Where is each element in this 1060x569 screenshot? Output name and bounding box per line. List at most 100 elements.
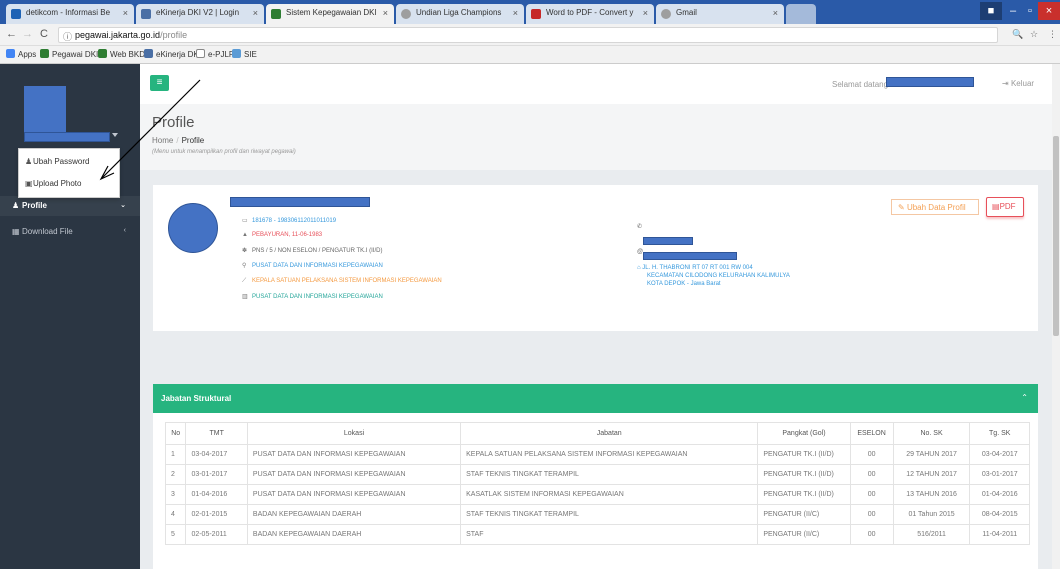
welcome-user-redacted [886, 77, 974, 87]
cell-lokasi: PUSAT DATA DAN INFORMASI KEPEGAWAIAN [246, 484, 462, 505]
col-tmt: TMT [185, 422, 248, 445]
bookmark-sie[interactable]: SIE [232, 49, 257, 59]
app-header: ≡ Selamat datang ⇥ Keluar [140, 64, 1052, 104]
cell-no: 2 [164, 464, 187, 485]
cell-lokasi: BADAN KEPEGAWAIAN DAERAH [246, 504, 462, 525]
page-scrollbar[interactable] [1052, 64, 1060, 569]
menu-dots-icon[interactable]: ⋮ [1048, 29, 1057, 40]
info-icon[interactable]: ⓘ [63, 30, 72, 43]
browser-tab-undian[interactable]: Undian Liga Champions × [396, 4, 524, 24]
cell-jabatan: STAF TEKNIS TINGKAT TERAMPIL [460, 464, 759, 485]
user-name-redacted[interactable] [24, 132, 110, 142]
bookmark-web-bkd[interactable]: Web BKD [98, 49, 145, 59]
hamburger-menu-button[interactable]: ≡ [150, 75, 169, 91]
building-icon: ▥ [242, 294, 248, 300]
user-icon: ♟ [12, 201, 20, 210]
logout-button[interactable]: ⇥ Keluar [1002, 79, 1034, 88]
bookmark-e-pjlp[interactable]: e-PJLP [196, 49, 234, 59]
star-icon[interactable]: ☆ [1030, 29, 1038, 40]
cell-eselon: 00 [849, 524, 894, 545]
profile-address-line3: KOTA DEPOK - Jawa Barat [647, 281, 721, 287]
profile-name-redacted [230, 197, 370, 207]
cell-tmt: 02-05-2011 [185, 524, 248, 545]
cell-no-sk: 516/2011 [892, 524, 971, 545]
close-icon[interactable]: × [513, 8, 518, 18]
cell-tg-sk: 11-04-2011 [969, 524, 1030, 545]
close-window-icon[interactable]: × [1038, 2, 1060, 20]
col-eselon: ESELON [849, 422, 894, 445]
caret-down-icon[interactable] [112, 133, 118, 137]
detik-favicon-icon [11, 9, 21, 19]
edit-profile-button[interactable]: ✎ Ubah Data Profil [891, 199, 979, 215]
jabatan-table: No TMT Lokasi Jabatan Pangkat (Gol) ESEL… [164, 422, 1030, 545]
cell-tg-sk: 08-04-2015 [969, 504, 1030, 525]
back-icon[interactable]: ← [6, 28, 17, 40]
bookmarks-bar: Apps Pegawai DKI Web BKD eKinerja DKI e-… [0, 46, 1060, 64]
browser-tab-sistem-kepegawaian[interactable]: Sistem Kepegawaian DKI × [266, 4, 394, 24]
profile-unit: ⚲ PUSAT DATA DAN INFORMASI KEPEGAWAIAN [242, 263, 383, 269]
google-favicon-icon [661, 9, 671, 19]
cell-pangkat: PENGATUR (II/C) [757, 524, 851, 545]
dropdown-item-upload-photo[interactable]: ▣Upload Photo [25, 179, 81, 188]
browser-tab-detikcom[interactable]: detikcom - Informasi Be × [6, 4, 134, 24]
url-host: pegawai.jakarta.go.id [75, 30, 161, 40]
reload-icon[interactable]: C [40, 28, 48, 40]
table-header-row: No TMT Lokasi Jabatan Pangkat (Gol) ESEL… [164, 422, 1030, 445]
sidebar-item-download-file[interactable]: ▦ Download File ‹ [0, 222, 140, 242]
chevron-up-icon[interactable]: ⌃ [1021, 393, 1028, 402]
browser-tab-word-to-pdf[interactable]: Word to PDF - Convert y × [526, 4, 654, 24]
bookmark-apps[interactable]: Apps [6, 49, 36, 59]
close-icon[interactable]: × [643, 8, 648, 18]
sidebar-item-profile[interactable]: ♟ Profile ⌄ [0, 196, 140, 216]
avatar[interactable] [24, 86, 66, 134]
profile-card: ▭ 181678 - 198306112011011019 ▲ PEBAYURAN,… [153, 185, 1038, 331]
cell-lokasi: PUSAT DATA DAN INFORMASI KEPEGAWAIAN [246, 444, 462, 465]
chart-icon [232, 49, 241, 58]
maximize-icon[interactable]: ▫ [1022, 2, 1038, 20]
close-icon[interactable]: × [123, 8, 128, 18]
cell-tmt: 01-04-2016 [185, 484, 248, 505]
cell-tg-sk: 01-04-2016 [969, 484, 1030, 505]
bookmark-ekinerja[interactable]: eKinerja DKI [144, 49, 201, 59]
forward-icon[interactable]: → [22, 28, 33, 40]
cell-pangkat: PENGATUR (II/C) [757, 504, 851, 525]
scrollbar-thumb[interactable] [1053, 136, 1059, 336]
pdf-button[interactable]: ▤PDF [986, 197, 1024, 217]
loading-favicon-icon [401, 9, 411, 19]
close-icon[interactable]: × [773, 8, 778, 18]
profile-photo [168, 203, 218, 253]
logout-icon: ⇥ [1002, 79, 1011, 88]
user-dropdown-menu: ♟Ubah Password ▣Upload Photo [18, 148, 120, 198]
profile-position: ⟋ KEPALA SATUAN PELAKSANA SISTEM INFORMAS… [242, 278, 442, 284]
browser-tab-gmail[interactable]: Gmail × [656, 4, 784, 24]
cell-tmt: 03-01-2017 [185, 464, 248, 485]
cell-pangkat: PENGATUR TK.I (II/D) [757, 464, 851, 485]
browser-tab-bar: detikcom - Informasi Be × eKinerja DKI V… [0, 0, 1060, 24]
cell-tg-sk: 03-01-2017 [969, 464, 1030, 485]
minimize-icon[interactable]: – [1004, 2, 1022, 20]
close-icon[interactable]: × [383, 8, 388, 18]
new-tab-button[interactable] [786, 4, 816, 24]
close-icon[interactable]: × [253, 8, 258, 18]
chevron-left-icon: ‹ [123, 227, 126, 234]
page-icon [196, 49, 205, 58]
profile-status: ✽ PNS / 5 / NON ESELON / PENGATUR TK.I (I… [242, 248, 383, 254]
address-bar: ← → C ⓘ pegawai.jakarta.go.id/profile 🔍 … [0, 24, 1060, 46]
image-icon: ▣ [25, 179, 33, 188]
user-icon[interactable]: ■ [980, 2, 1002, 20]
profile-birth: ▲ PEBAYURAN, 11-06-1983 [242, 232, 323, 238]
profile-address-line2: KECAMATAN CILODONG KELURAHAN KALIMULYA [647, 273, 790, 279]
browser-tab-ekinerja[interactable]: eKinerja DKI V2 | Login × [136, 4, 264, 24]
cell-no-sk: 12 TAHUN 2017 [892, 464, 971, 485]
cell-tmt: 02-01-2015 [185, 504, 248, 525]
bookmark-pegawai-dki[interactable]: Pegawai DKI [40, 49, 98, 59]
cell-eselon: 00 [849, 504, 894, 525]
email-redacted [643, 252, 737, 260]
dropdown-item-ubah-password[interactable]: ♟Ubah Password [25, 157, 89, 166]
url-input[interactable]: ⓘ pegawai.jakarta.go.id/profile [58, 27, 998, 43]
zoom-icon[interactable]: 🔍 [1012, 29, 1023, 40]
cell-pangkat: PENGATUR TK.I (II/D) [757, 484, 851, 505]
breadcrumb-home[interactable]: Home [152, 136, 173, 145]
cell-eselon: 00 [849, 484, 894, 505]
chevron-down-icon: ⌄ [120, 202, 126, 209]
